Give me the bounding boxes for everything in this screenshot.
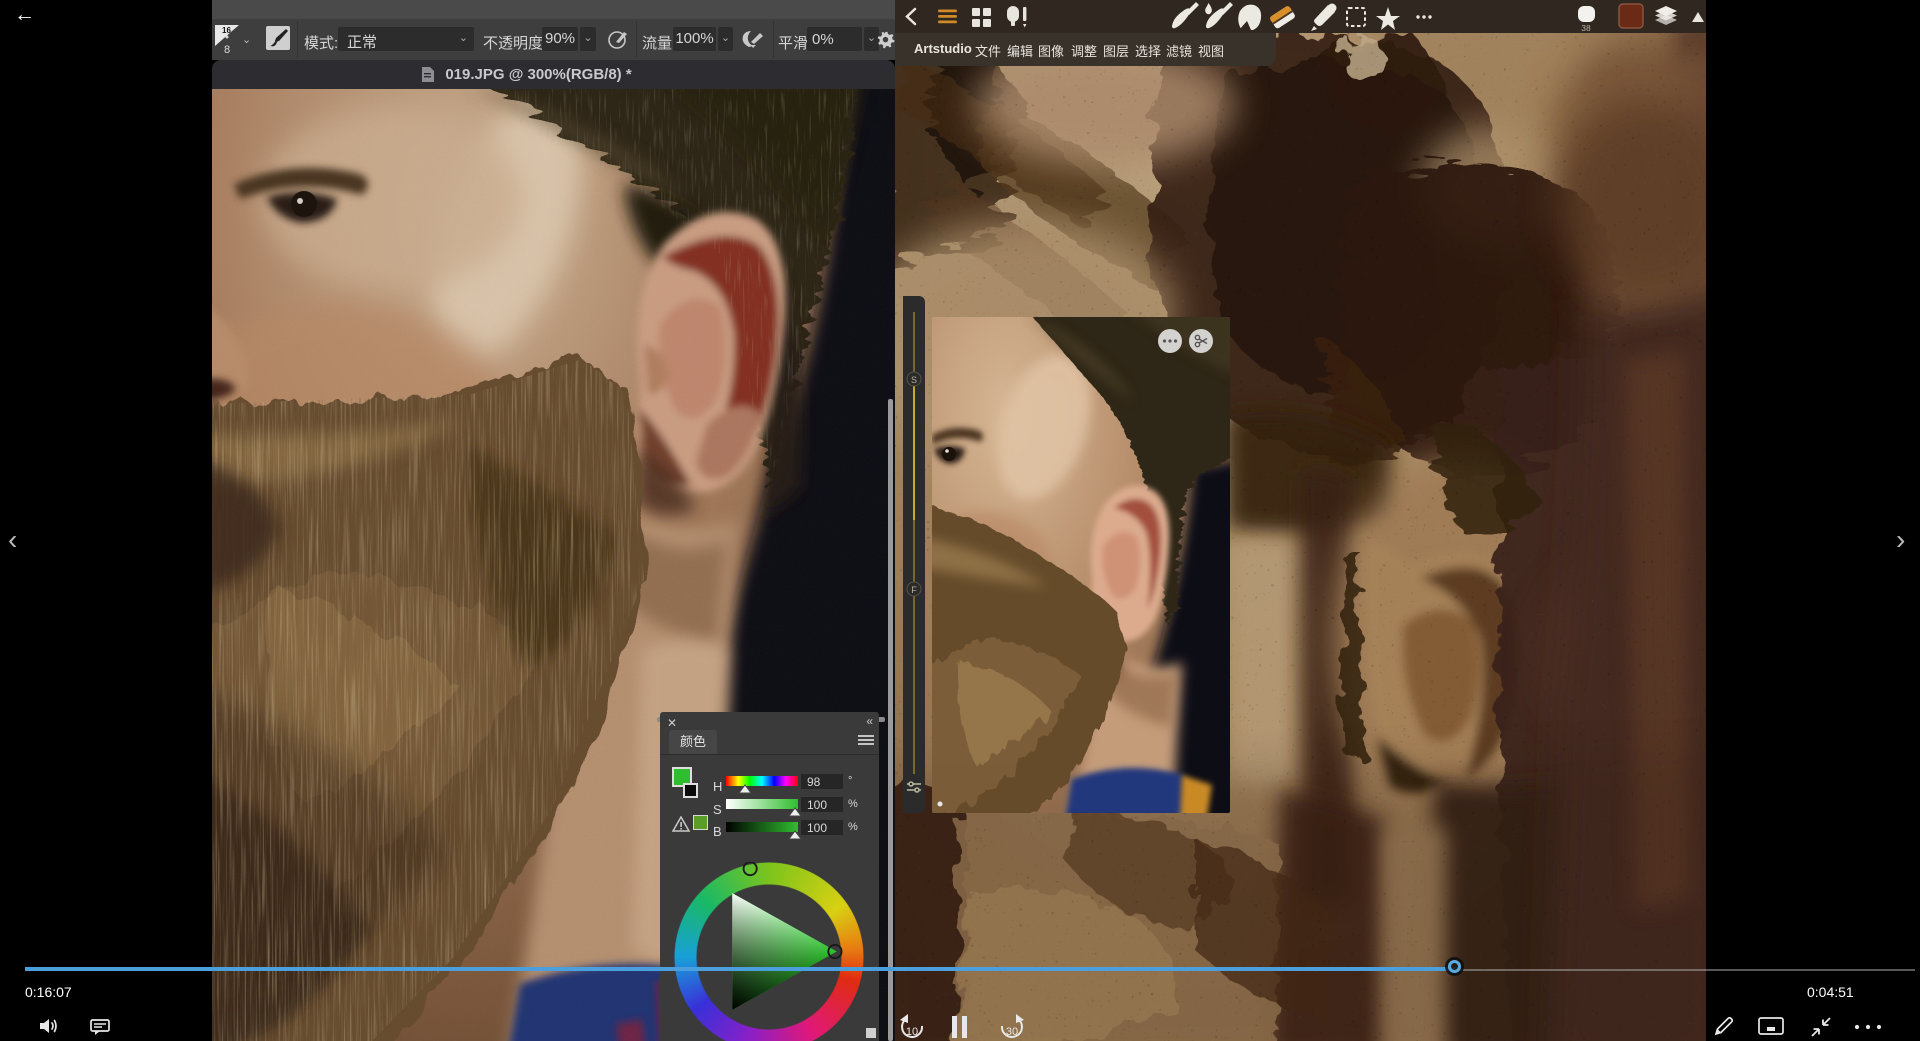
- svg-text:30: 30: [1006, 1026, 1018, 1038]
- svg-text:S: S: [911, 375, 917, 385]
- svg-text:16: 16: [222, 26, 231, 35]
- svg-text:F: F: [911, 585, 917, 595]
- svg-text:10: 10: [906, 1026, 918, 1038]
- svg-text:8: 8: [224, 44, 230, 54]
- svg-text:38: 38: [1581, 23, 1591, 33]
